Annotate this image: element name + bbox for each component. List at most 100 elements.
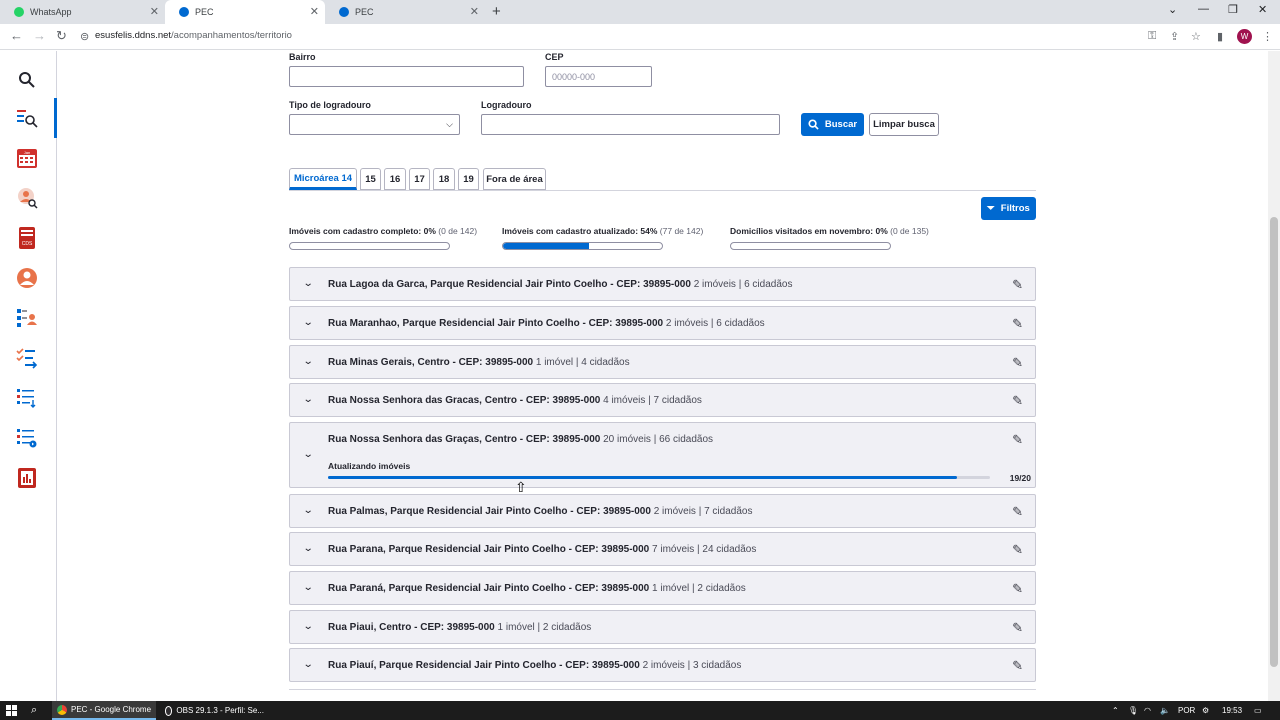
street-row[interactable]: ⌄ Rua Nossa Senhora das Gracas, Centro -… bbox=[289, 383, 1036, 417]
page-scrollbar[interactable] bbox=[1268, 51, 1280, 701]
taskbar: ⌕ PEC - Google Chrome OBS 29.1.3 - Perfi… bbox=[0, 701, 1280, 720]
restore-icon[interactable]: ❐ bbox=[1228, 3, 1238, 16]
pagination-bar bbox=[289, 689, 1036, 701]
tab-microarea-18[interactable]: 18 bbox=[433, 168, 455, 190]
chevron-down-icon[interactable]: ⌄ bbox=[303, 356, 314, 367]
minimize-icon[interactable]: — bbox=[1198, 3, 1209, 15]
chevron-down-icon[interactable]: ⌄ bbox=[303, 543, 314, 554]
user-icon[interactable] bbox=[14, 265, 40, 291]
patient-search-icon[interactable] bbox=[14, 185, 40, 211]
edit-icon[interactable]: ✎ bbox=[1012, 432, 1023, 448]
edit-icon[interactable]: ✎ bbox=[1012, 504, 1023, 520]
street-row[interactable]: ⌄ Rua Maranhao, Parque Residencial Jair … bbox=[289, 306, 1036, 340]
microphone-icon[interactable]: 🎙 bbox=[1128, 701, 1138, 720]
url-field[interactable]: esusfelis.ddns.net/acompanhamentos/terri… bbox=[95, 30, 292, 41]
tipo-logradouro-label: Tipo de logradouro bbox=[289, 100, 371, 110]
menu-icon[interactable]: ⋮ bbox=[1262, 30, 1273, 43]
tab-microarea-19[interactable]: 19 bbox=[458, 168, 479, 190]
scrollbar-thumb[interactable] bbox=[1270, 217, 1278, 667]
tab-title: PEC bbox=[195, 7, 214, 17]
chevron-down-icon[interactable]: ⌄ bbox=[303, 278, 314, 289]
cds-icon[interactable]: CDS bbox=[14, 225, 40, 251]
chevron-down-icon[interactable]: ⌄ bbox=[303, 317, 314, 328]
list-icon[interactable] bbox=[14, 385, 40, 411]
chevron-down-icon[interactable]: ⌄ bbox=[303, 659, 314, 670]
taskbar-chrome[interactable]: PEC - Google Chrome bbox=[52, 701, 156, 720]
search-icon[interactable] bbox=[14, 67, 40, 93]
tab-pec-active[interactable]: PEC ✕ bbox=[165, 0, 325, 24]
street-row[interactable]: ⌄ Rua Piaui, Centro - CEP: 39895-000 1 i… bbox=[289, 610, 1036, 644]
street-title: Rua Piaui, Centro - CEP: 39895-000 1 imó… bbox=[328, 622, 591, 633]
street-row[interactable]: ⌄ Rua Paraná, Parque Residencial Jair Pi… bbox=[289, 571, 1036, 605]
forward-icon[interactable]: → bbox=[33, 29, 46, 43]
settings-icon[interactable]: ⚙ bbox=[1202, 701, 1209, 720]
street-row[interactable]: ⌄ Rua Parana, Parque Residencial Jair Pi… bbox=[289, 532, 1036, 566]
volume-icon[interactable]: 🔈 bbox=[1160, 701, 1170, 720]
chevron-up-icon[interactable]: ⌃ bbox=[1112, 701, 1119, 720]
edit-icon[interactable]: ✎ bbox=[1012, 581, 1023, 597]
checklist-icon[interactable] bbox=[14, 345, 40, 371]
back-icon[interactable]: ← bbox=[10, 29, 23, 43]
calendar-icon[interactable]: Jan bbox=[14, 145, 40, 171]
tab-title: PEC bbox=[355, 7, 374, 17]
street-row[interactable]: ⌄ Rua Piauí, Parque Residencial Jair Pin… bbox=[289, 648, 1036, 682]
tipo-logradouro-select[interactable]: ⌵ bbox=[289, 114, 460, 135]
site-info-icon[interactable]: ⊜ bbox=[80, 30, 89, 43]
share-icon[interactable]: ⇪ bbox=[1170, 30, 1179, 43]
profile-avatar[interactable]: W bbox=[1237, 29, 1252, 44]
team-icon[interactable] bbox=[14, 305, 40, 331]
new-tab-button[interactable]: + bbox=[492, 3, 501, 20]
language-indicator[interactable]: POR bbox=[1178, 701, 1195, 720]
street-row[interactable]: ⌄ Rua Palmas, Parque Residencial Jair Pi… bbox=[289, 494, 1036, 528]
close-window-icon[interactable]: ✕ bbox=[1258, 3, 1267, 16]
clock[interactable]: 19:53 bbox=[1222, 701, 1242, 720]
street-row[interactable]: ⌄ Rua Lagoa da Garca, Parque Residencial… bbox=[289, 267, 1036, 301]
cep-input[interactable]: 00000-000 bbox=[545, 66, 652, 87]
chevron-down-icon[interactable]: ⌄ bbox=[303, 621, 314, 632]
logradouro-input[interactable] bbox=[481, 114, 780, 135]
bairro-input[interactable] bbox=[289, 66, 524, 87]
edit-icon[interactable]: ✎ bbox=[1012, 393, 1023, 409]
buscar-button[interactable]: Buscar bbox=[801, 113, 864, 136]
key-icon[interactable]: ⚿ bbox=[1148, 30, 1156, 43]
search-icon bbox=[808, 119, 819, 130]
tab-microarea-16[interactable]: 16 bbox=[384, 168, 406, 190]
windows-start-icon[interactable] bbox=[6, 701, 17, 720]
filtros-button[interactable]: ⏷ Filtros bbox=[981, 197, 1036, 220]
chevron-down-icon[interactable]: ⌄ bbox=[303, 449, 314, 460]
taskbar-search-icon[interactable]: ⌕ bbox=[31, 701, 37, 720]
tab-search-icon[interactable]: ⌄ bbox=[1168, 3, 1177, 16]
tab-microarea-17[interactable]: 17 bbox=[409, 168, 430, 190]
side-panel-icon[interactable]: ▮ bbox=[1217, 30, 1223, 43]
tab-whatsapp[interactable]: WhatsApp ✕ bbox=[0, 0, 165, 24]
edit-icon[interactable]: ✎ bbox=[1012, 277, 1023, 293]
chevron-down-icon[interactable]: ⌄ bbox=[303, 582, 314, 593]
street-row[interactable]: ⌄ Rua Minas Gerais, Centro - CEP: 39895-… bbox=[289, 345, 1036, 379]
close-icon[interactable]: ✕ bbox=[150, 6, 159, 18]
close-icon[interactable]: ✕ bbox=[470, 6, 479, 18]
chevron-down-icon[interactable]: ⌄ bbox=[303, 505, 314, 516]
edit-icon[interactable]: ✎ bbox=[1012, 355, 1023, 371]
taskbar-obs[interactable]: OBS 29.1.3 - Perfil: Se... bbox=[160, 701, 264, 720]
tab-microarea-14[interactable]: Microárea 14 bbox=[289, 168, 357, 190]
star-icon[interactable]: ☆ bbox=[1191, 30, 1201, 43]
chart-icon[interactable] bbox=[14, 465, 40, 491]
edit-icon[interactable]: ✎ bbox=[1012, 542, 1023, 558]
tab-pec[interactable]: PEC ✕ bbox=[325, 0, 485, 24]
updating-label: Atualizando imóveis bbox=[328, 461, 411, 471]
wifi-icon[interactable]: ◠ bbox=[1144, 701, 1151, 720]
tab-fora-de-area[interactable]: Fora de área bbox=[483, 168, 546, 190]
street-row-updating[interactable]: ⌄ Rua Nossa Senhora das Graças, Centro -… bbox=[289, 422, 1036, 488]
close-icon[interactable]: ✕ bbox=[310, 6, 319, 18]
territory-icon[interactable] bbox=[14, 105, 40, 131]
chevron-down-icon[interactable]: ⌄ bbox=[303, 394, 314, 405]
reload-icon[interactable]: ↻ bbox=[56, 29, 67, 43]
edit-icon[interactable]: ✎ bbox=[1012, 620, 1023, 636]
edit-icon[interactable]: ✎ bbox=[1012, 658, 1023, 674]
notification-icon[interactable]: ▭ bbox=[1254, 701, 1262, 720]
tab-microarea-15[interactable]: 15 bbox=[360, 168, 381, 190]
report-list-icon[interactable] bbox=[14, 425, 40, 451]
bairro-label: Bairro bbox=[289, 52, 316, 62]
edit-icon[interactable]: ✎ bbox=[1012, 316, 1023, 332]
limpar-busca-button[interactable]: Limpar busca bbox=[869, 113, 939, 136]
